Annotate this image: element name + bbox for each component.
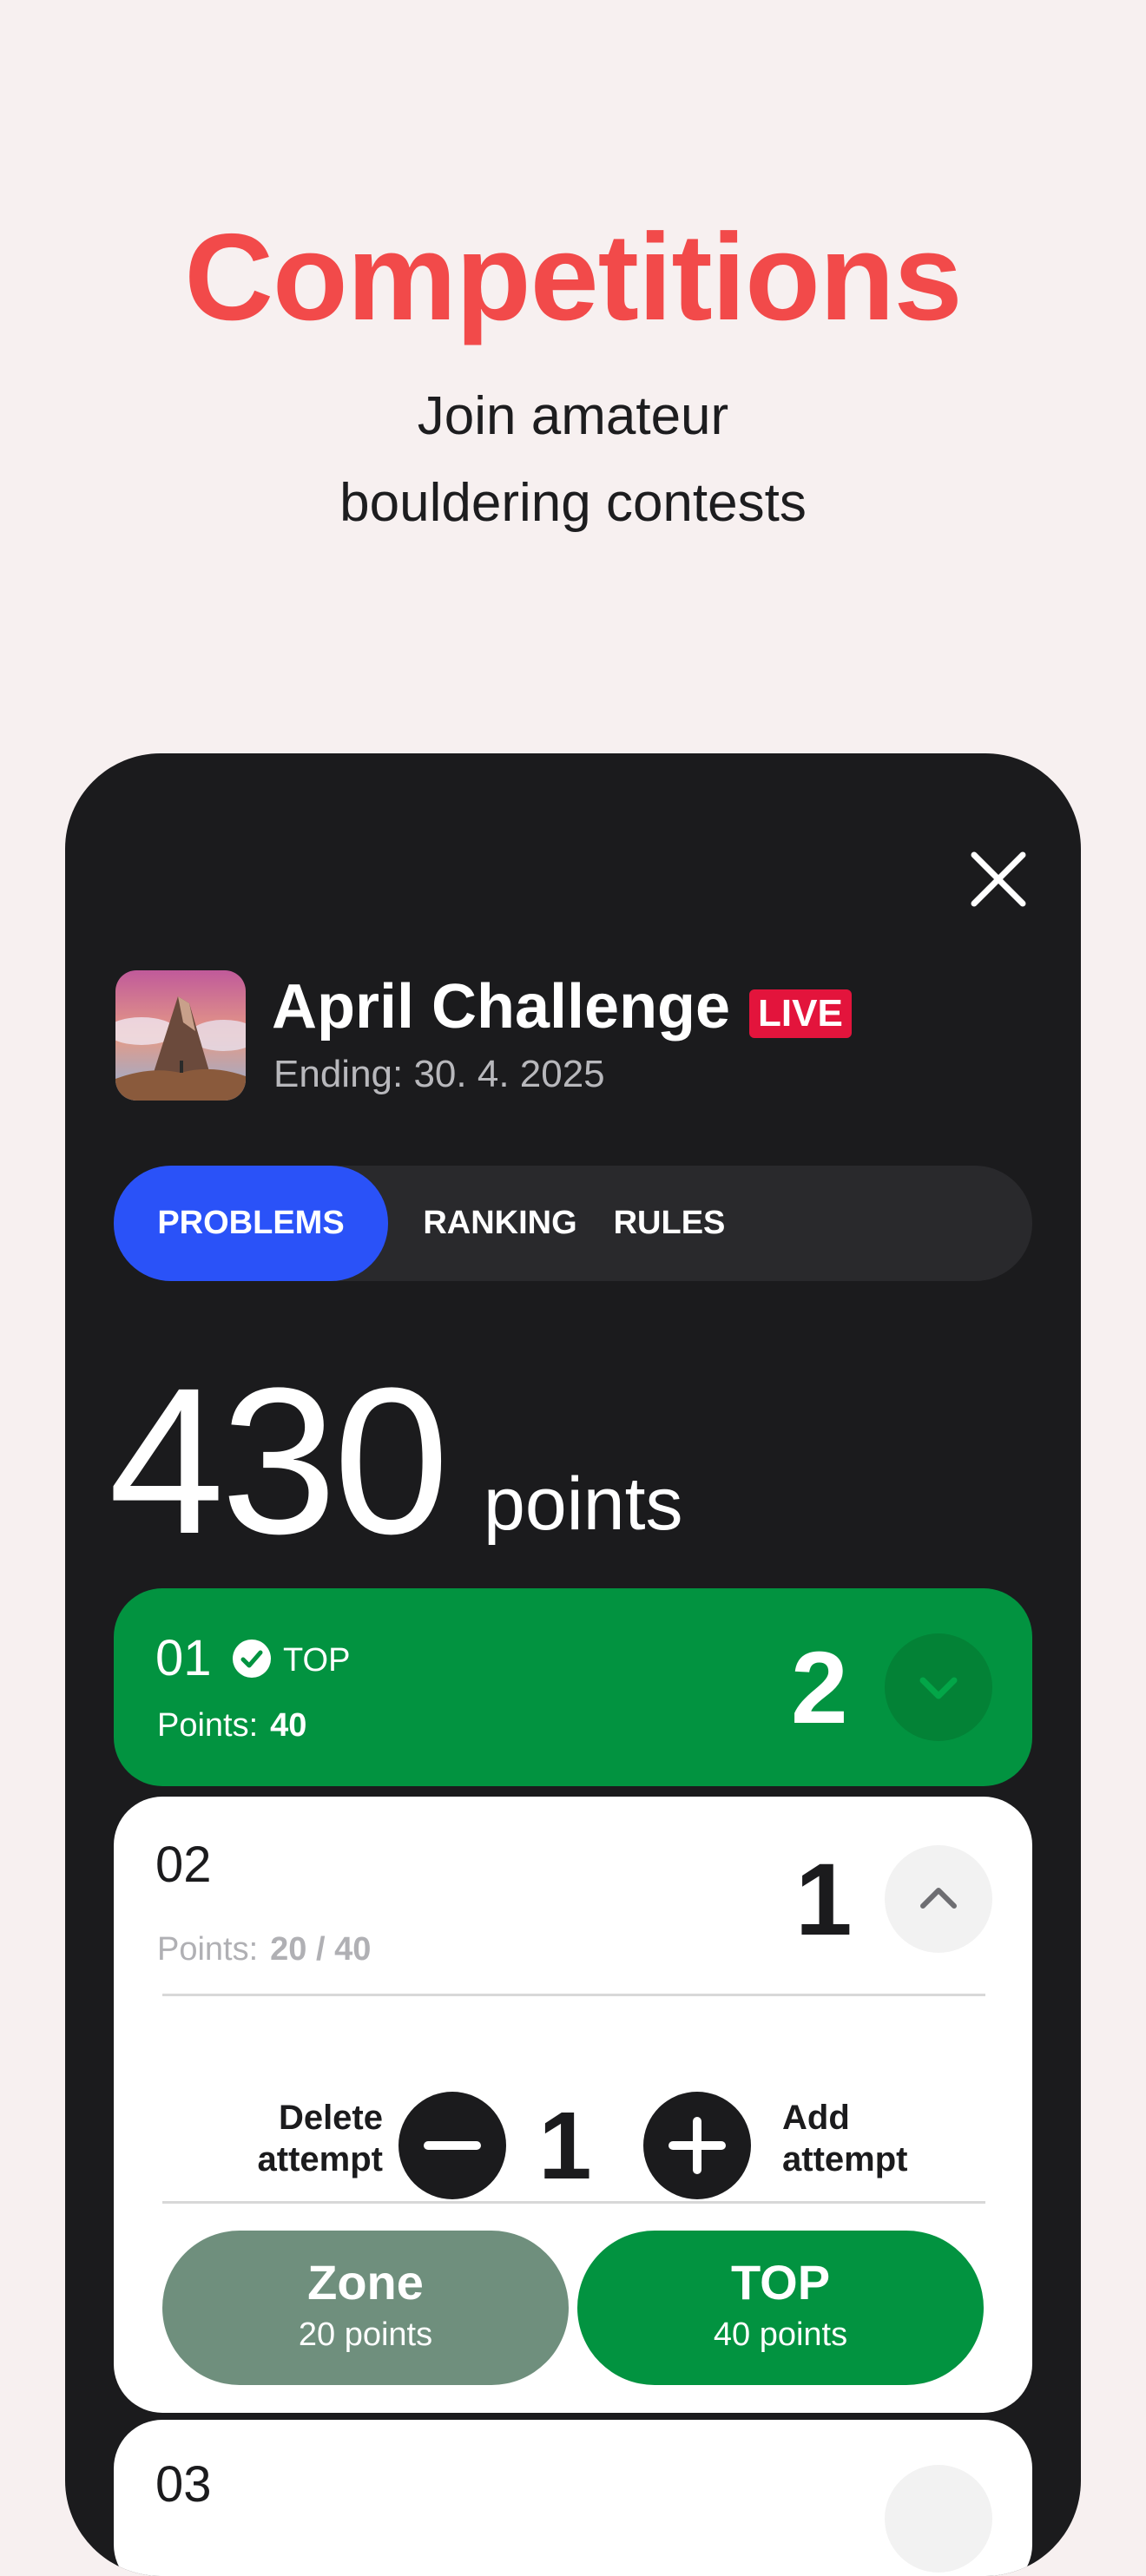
competition-title: April Challenge (272, 972, 731, 1042)
phone-screen: April Challenge LIVE Ending: 30. 4. 2025… (65, 753, 1081, 2576)
zone-label: Zone (307, 2255, 424, 2310)
add-label-line-1: Add (782, 2099, 850, 2137)
problem-number: 01 (155, 1630, 212, 1686)
points-label: Points: (157, 1931, 259, 1968)
attempt-counter: 1 (538, 2093, 592, 2199)
problem-number: 02 (155, 1837, 212, 1893)
tab-rules[interactable]: RULES (609, 1166, 730, 1281)
attempts-count: 1 (795, 1843, 853, 1957)
subtitle-line-2: bouldering contests (339, 473, 807, 533)
problem-card-02: 02 Points: 20 / 40 1 Delete attempt 1 Ad… (114, 1797, 1032, 2413)
tab-problems[interactable]: PROBLEMS (114, 1166, 388, 1281)
minus-icon (424, 2141, 481, 2150)
page-subtitle: Join amateur bouldering contests (0, 373, 1146, 547)
zone-points: 20 points (298, 2316, 433, 2353)
expand-button[interactable] (885, 1633, 992, 1741)
total-score: 430 (109, 1344, 449, 1577)
check-circle-icon (232, 1639, 272, 1679)
zone-button[interactable]: Zone 20 points (162, 2231, 569, 2385)
close-icon (971, 851, 1026, 907)
points-value: 20 / 40 (270, 1931, 372, 1968)
delete-attempt-button[interactable] (398, 2092, 506, 2199)
top-status-label: TOP (283, 1642, 351, 1679)
expand-button[interactable] (885, 2465, 992, 2573)
plus-icon (668, 2117, 726, 2174)
points-label: Points: (157, 1707, 259, 1744)
tab-ranking[interactable]: RANKING (418, 1166, 583, 1281)
divider (162, 2201, 985, 2204)
tab-bar: PROBLEMS RANKING RULES (114, 1166, 1032, 1281)
points-value: 40 (270, 1707, 307, 1744)
collapse-button[interactable] (885, 1845, 992, 1953)
score-unit: points (484, 1462, 683, 1546)
problem-points: Points: 20 / 40 (157, 1929, 371, 1970)
top-points: 40 points (713, 2316, 848, 2353)
close-button[interactable] (951, 831, 1046, 927)
top-button[interactable]: TOP 40 points (577, 2231, 984, 2385)
page-title: Competitions (184, 208, 962, 346)
top-label: TOP (730, 2255, 831, 2310)
attempts-count: 2 (791, 1631, 848, 1745)
problem-card-03[interactable]: 03 (114, 2420, 1032, 2576)
add-attempt-button[interactable] (643, 2092, 751, 2199)
delete-label-line-1: Delete (278, 2099, 383, 2137)
live-badge: LIVE (749, 989, 852, 1038)
add-attempt-label: Add attempt (782, 2097, 956, 2180)
subtitle-line-1: Join amateur (417, 386, 729, 446)
delete-label-line-2: attempt (257, 2140, 383, 2178)
chevron-up-icon (920, 1888, 957, 1909)
problem-number: 03 (155, 2456, 212, 2513)
delete-attempt-label: Delete attempt (244, 2097, 383, 2180)
competition-ending-date: Ending: 30. 4. 2025 (273, 1053, 605, 1095)
chevron-down-icon (919, 1677, 958, 1699)
mountain-app-icon (115, 970, 246, 1101)
problem-points: Points: 40 (157, 1705, 306, 1746)
divider (162, 1994, 985, 1996)
problem-card-01[interactable]: 01 TOP Points: 40 2 (114, 1588, 1032, 1786)
add-label-line-2: attempt (782, 2140, 908, 2178)
